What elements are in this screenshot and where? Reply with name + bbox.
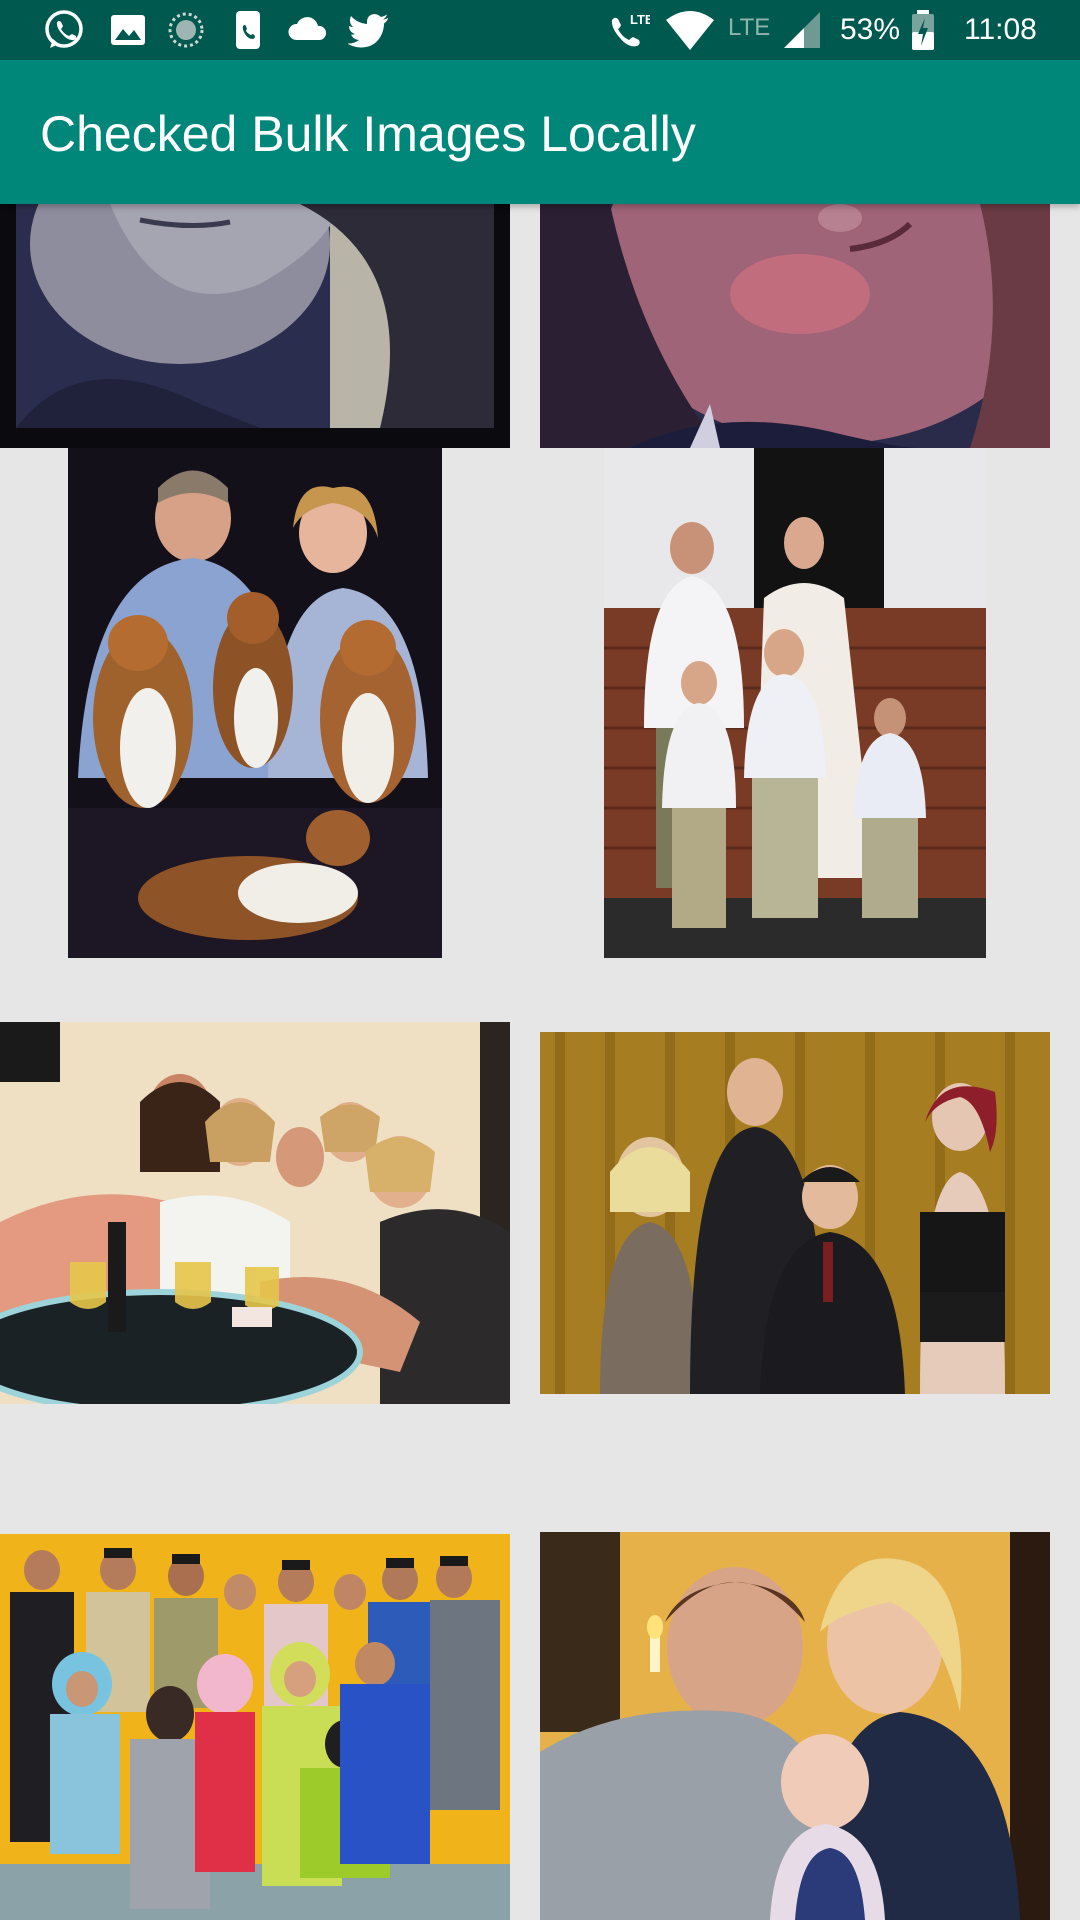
- sync-icon: [168, 12, 204, 48]
- image-tile[interactable]: [0, 204, 510, 448]
- cloud-icon: [288, 17, 327, 40]
- photo-couple-with-baby: [540, 1532, 1050, 1920]
- svg-text:LTE: LTE: [630, 12, 650, 27]
- phone-app-icon: [236, 11, 260, 49]
- image-tile[interactable]: [540, 204, 1050, 448]
- gallery-icon: [111, 15, 145, 45]
- photo-couple-with-dogs: [68, 448, 442, 958]
- wifi-icon: [666, 11, 714, 50]
- image-grid[interactable]: [0, 204, 1080, 1920]
- network-label: LTE: [728, 14, 771, 41]
- image-tile[interactable]: [540, 1032, 1050, 1394]
- photo-selfie-dark: [0, 204, 510, 448]
- image-tile[interactable]: [604, 448, 986, 958]
- image-tile[interactable]: [0, 1534, 510, 1920]
- photo-selfie-redhead: [540, 204, 1050, 448]
- twitter-icon: [348, 14, 388, 48]
- status-bar: LTE LTE 53% 11:08: [0, 0, 1080, 60]
- battery-icon: [912, 10, 934, 50]
- image-tile[interactable]: [68, 448, 442, 958]
- photo-wedding-family: [604, 448, 986, 958]
- image-tile[interactable]: [0, 1022, 510, 1404]
- page-title: Checked Bulk Images Locally: [40, 106, 696, 162]
- image-tile[interactable]: [540, 1532, 1050, 1920]
- whatsapp-icon: [45, 10, 83, 48]
- clock: 11:08: [964, 13, 1037, 46]
- signal-icon: [784, 12, 820, 48]
- photo-women-with-wine: [0, 1022, 510, 1404]
- battery-percent: 53%: [840, 13, 901, 46]
- volte-call-icon: LTE: [611, 12, 650, 47]
- photo-performers-gold-curtain: [540, 1032, 1050, 1394]
- photo-large-family: [0, 1534, 510, 1920]
- app-bar: Checked Bulk Images Locally: [0, 60, 1080, 204]
